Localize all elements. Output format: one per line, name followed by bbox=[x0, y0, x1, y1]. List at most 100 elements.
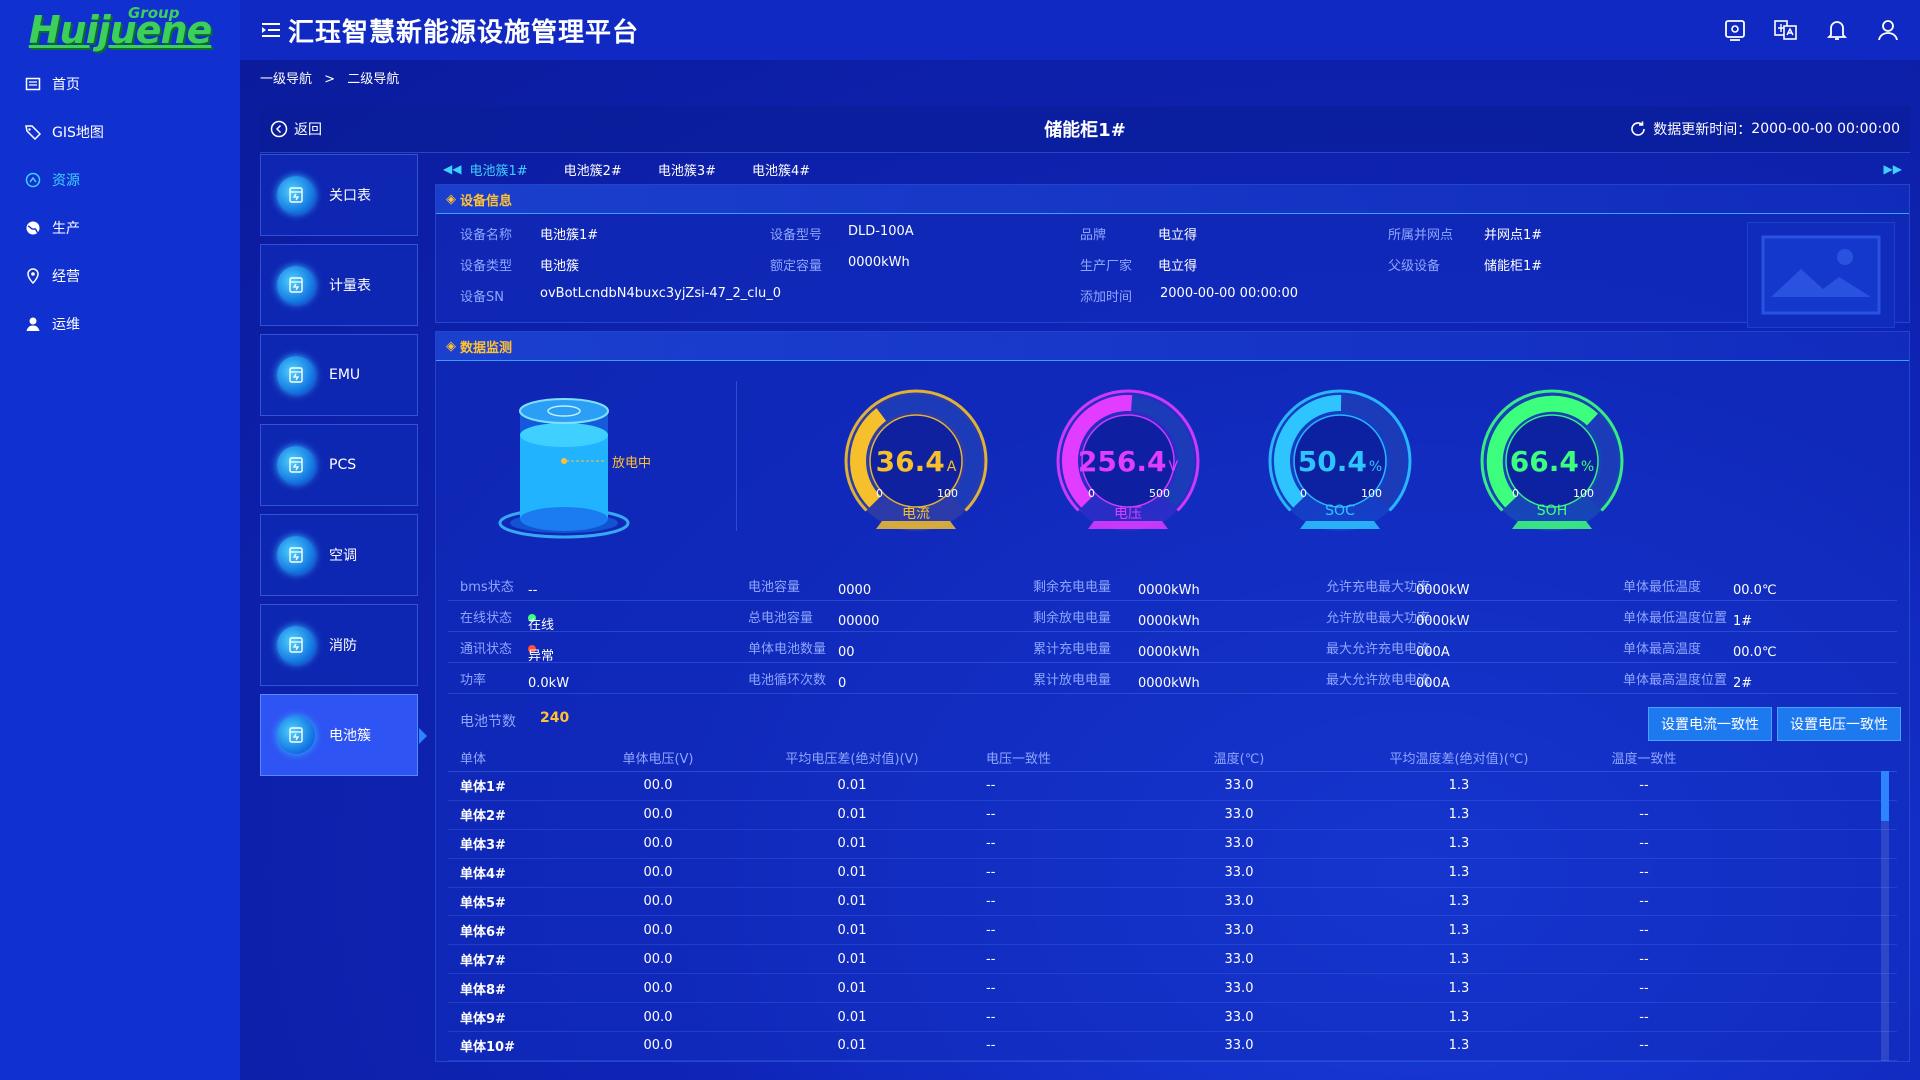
gauge-min: 0 bbox=[1088, 487, 1095, 500]
device-info-section: ◈ 设备信息 设备名称 电池簇1# 设备型号 DLD-100A 品牌 电立得 所… bbox=[435, 184, 1910, 328]
table-cell: 单体10# bbox=[460, 1040, 515, 1056]
gauge-min: 0 bbox=[1300, 487, 1307, 500]
user-account-icon[interactable] bbox=[1876, 18, 1900, 42]
table-row[interactable]: 单体5# 00.0 0.01 -- 33.0 1.3 -- bbox=[448, 888, 1897, 917]
table-row[interactable]: 单体1# 00.0 0.01 -- 33.0 1.3 -- bbox=[448, 772, 1897, 801]
table-cell: -- bbox=[986, 980, 996, 996]
brand-label: 品牌 bbox=[1080, 228, 1107, 243]
device-card-label: PCS bbox=[329, 457, 357, 473]
table-cell: 1.3 bbox=[1448, 922, 1470, 938]
table-cell: 33.0 bbox=[1224, 807, 1254, 823]
column-header: 单体 bbox=[460, 751, 487, 767]
tabs-prev-icon[interactable]: ◀◀ bbox=[443, 162, 461, 176]
table-row[interactable]: 单体8# 00.0 0.01 -- 33.0 1.3 -- bbox=[448, 974, 1897, 1004]
table-row[interactable]: 单体9# 00.0 0.01 -- 33.0 1.3 -- bbox=[448, 1003, 1897, 1033]
device-card-1[interactable]: 计量表 bbox=[260, 244, 418, 326]
table-scrollbar[interactable] bbox=[1881, 771, 1889, 1061]
table-cell: 00.0 bbox=[643, 922, 673, 938]
table-cell: 1.3 bbox=[1448, 894, 1470, 909]
sidebar-nav: 首页 GIS地图 资源 生产经营运维 bbox=[0, 60, 240, 348]
app-title: 汇珏智慧新能源设施管理平台 bbox=[288, 17, 640, 48]
scrollbar-thumb[interactable] bbox=[1881, 771, 1889, 821]
table-cell: -- bbox=[986, 778, 996, 794]
gauge-value: 36.4 A bbox=[875, 445, 957, 478]
stat-row: 在线状态 在线 总电池容量 00000 剩余放电电量 0000kWh 允许放电最大功率 000… bbox=[448, 600, 1897, 633]
device-model-value: DLD-100A bbox=[848, 224, 914, 239]
column-header: 平均电压差(绝对值)(V) bbox=[785, 751, 919, 767]
sidebar-item-4[interactable]: 经营 bbox=[0, 252, 240, 300]
sidebar-item-1[interactable]: GIS地图 bbox=[0, 108, 240, 156]
screen-icon[interactable] bbox=[1723, 18, 1747, 42]
parent-device-label: 父级设备 bbox=[1388, 259, 1441, 274]
device-card-3[interactable]: PCS bbox=[260, 424, 418, 506]
tab-cluster-2[interactable]: 电池簇2# bbox=[564, 164, 622, 179]
cell-count-label: 电池节数 bbox=[460, 714, 516, 730]
table-cell: 1.3 bbox=[1448, 836, 1470, 852]
stat-row: bms状态 -- 电池容量 0000 剩余充电电量 0000kWh 允许充电最大功率 0000… bbox=[448, 569, 1897, 601]
device-card-0[interactable]: 关口表 bbox=[260, 154, 418, 236]
user-icon bbox=[24, 315, 42, 333]
stat-label: 最大允许放电电流 bbox=[1326, 673, 1431, 688]
table-cell: 0.01 bbox=[837, 1009, 867, 1025]
tab-cluster-3[interactable]: 电池簇3# bbox=[658, 164, 716, 179]
table-row[interactable]: 单体3# 00.0 0.01 -- 33.0 1.3 -- bbox=[448, 830, 1897, 859]
gauge-min: 0 bbox=[1512, 487, 1519, 500]
table-cell: 1.3 bbox=[1448, 778, 1470, 794]
table-cell: 1.3 bbox=[1448, 865, 1470, 881]
table-cell: 00.0 bbox=[643, 1038, 673, 1054]
device-card-6[interactable]: 电池簇 bbox=[260, 694, 427, 776]
location-icon bbox=[24, 267, 42, 285]
device-sn-label: 设备SN bbox=[460, 290, 504, 305]
language-icon[interactable] bbox=[1774, 18, 1798, 42]
stat-label: 单体最低温度位置 bbox=[1623, 611, 1728, 626]
stat-label: 单体电池数量 bbox=[748, 642, 827, 657]
device-card-4[interactable]: 空调 bbox=[260, 514, 418, 596]
table-row[interactable]: 单体6# 00.0 0.01 -- 33.0 1.3 -- bbox=[448, 916, 1897, 946]
device-list: 关口表计量表 EMU PCS 空调消防 电池簇 bbox=[260, 154, 427, 784]
table-row[interactable]: 单体4# 00.0 0.01 -- 33.0 1.3 -- bbox=[448, 859, 1897, 888]
tabs-next-icon[interactable]: ▶▶ bbox=[1884, 162, 1902, 176]
sidebar-item-2[interactable]: 资源 bbox=[0, 156, 240, 204]
sidebar-item-0[interactable]: 首页 bbox=[0, 60, 240, 108]
table-cell: 00.0 bbox=[643, 865, 673, 881]
gauge-max: 100 bbox=[1573, 487, 1594, 500]
table-cell: 单体7# bbox=[460, 953, 506, 969]
logo: Huijuene Group bbox=[0, 0, 240, 60]
sidebar-item-label: 经营 bbox=[52, 269, 80, 285]
table-cell: -- bbox=[986, 1009, 996, 1025]
device-card-5[interactable]: 消防 bbox=[260, 604, 418, 686]
device-card-2[interactable]: EMU bbox=[260, 334, 418, 416]
sidebar-item-3[interactable]: 生产 bbox=[0, 204, 240, 252]
sidebar-item-5[interactable]: 运维 bbox=[0, 300, 240, 348]
table-cell: 00.0 bbox=[643, 836, 673, 852]
device-info-header: ◈ 设备信息 bbox=[436, 185, 1909, 214]
table-body: 单体1# 00.0 0.01 -- 33.0 1.3 -- 单体2# 00.0 0.01 -- 33.… bbox=[448, 772, 1897, 1061]
set-current-consistency-button[interactable]: 设置电流一致性 bbox=[1648, 707, 1772, 741]
bell-icon[interactable] bbox=[1825, 18, 1849, 42]
cell-table: 单体 单体电压(V) 平均电压差(绝对值)(V) 电压一致性 温度(℃) 平均温度差(绝对… bbox=[448, 743, 1897, 1061]
table-cell: -- bbox=[1639, 894, 1649, 909]
page-header: 返回 储能柜1# 数据更新时间： 2000-00-00 00:00:00 bbox=[260, 106, 1910, 153]
table-cell: 0.01 bbox=[837, 807, 867, 823]
stat-label: 剩余放电电量 bbox=[1033, 611, 1112, 626]
table-row[interactable]: 单体7# 00.0 0.01 -- 33.0 1.3 -- bbox=[448, 945, 1897, 975]
device-card-label: 计量表 bbox=[329, 278, 371, 294]
stat-label: 单体最高温度 bbox=[1623, 642, 1702, 657]
table-row[interactable]: 单体2# 00.0 0.01 -- 33.0 1.3 -- bbox=[448, 801, 1897, 830]
device-card-label: 空调 bbox=[329, 548, 357, 564]
table-cell: 00.0 bbox=[643, 951, 673, 967]
logo-sup: Group bbox=[128, 4, 180, 22]
update-value: 2000-00-00 00:00:00 bbox=[1751, 121, 1900, 137]
set-voltage-consistency-button[interactable]: 设置电压一致性 bbox=[1777, 707, 1901, 741]
tab-cluster-1[interactable]: 电池簇1# bbox=[469, 164, 527, 179]
gauge-area: 放电中 36.4 A 0 100 电流 256.4 V 0 500 电压 50.4% 0 100 SOC 6… bbox=[436, 361, 1909, 569]
table-row[interactable]: 单体10# 00.0 0.01 -- 33.0 1.3 -- bbox=[448, 1032, 1897, 1061]
tab-cluster-4[interactable]: 电池簇4# bbox=[752, 164, 810, 179]
breadcrumb-level1[interactable]: 一级导航 bbox=[260, 72, 312, 87]
content-panel: ◀◀ 电池簇1# 电池簇2# 电池簇3# 电池簇4# ▶▶ ◈ 设备信息 设备名称 电… bbox=[435, 154, 1910, 1062]
menu-toggle-icon[interactable] bbox=[260, 19, 282, 41]
breadcrumb-level2[interactable]: 二级导航 bbox=[347, 72, 399, 87]
table-cell: -- bbox=[986, 836, 996, 852]
table-cell: 单体4# bbox=[460, 867, 506, 883]
stat-label: 功率 bbox=[460, 673, 487, 688]
